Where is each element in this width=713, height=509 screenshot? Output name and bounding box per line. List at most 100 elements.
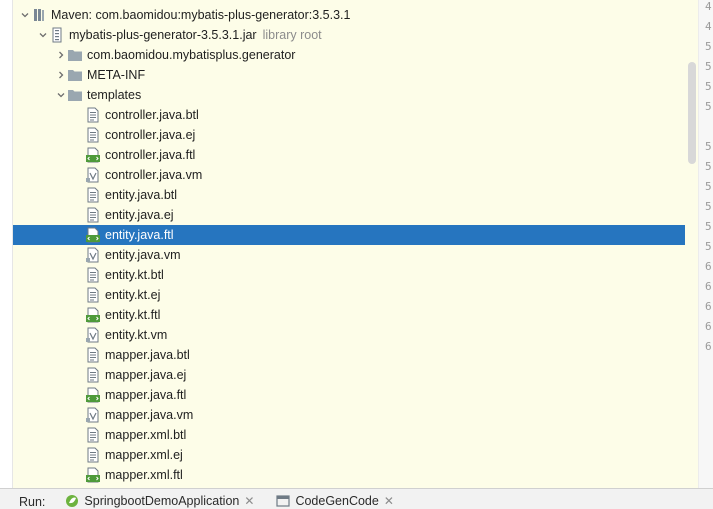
tree-row-label: controller.java.btl bbox=[105, 108, 199, 122]
tree-row[interactable]: mapper.xml.btl bbox=[13, 425, 685, 445]
tree-row[interactable]: controller.java.ej bbox=[13, 125, 685, 145]
tree-row[interactable]: controller.java.vm bbox=[13, 165, 685, 185]
tree-row[interactable]: mapper.java.ej bbox=[13, 365, 685, 385]
tree-row-label: mapper.java.btl bbox=[105, 348, 190, 362]
tree-row[interactable]: templates bbox=[13, 85, 685, 105]
tree-row[interactable]: entity.kt.vm bbox=[13, 325, 685, 345]
line-number: 5 bbox=[705, 160, 712, 173]
arrow-placeholder bbox=[73, 325, 85, 345]
line-number: 5 bbox=[705, 240, 712, 253]
line-number: 5 bbox=[705, 140, 712, 153]
arrow-placeholder bbox=[73, 145, 85, 165]
tree-row[interactable]: entity.java.vm bbox=[13, 245, 685, 265]
tree-row-label: mybatis-plus-generator-3.5.3.1.jar bbox=[69, 28, 257, 42]
chevron-right-icon[interactable] bbox=[55, 45, 67, 65]
tree-row-label: entity.java.btl bbox=[105, 188, 178, 202]
tree-row-label: com.baomidou.mybatisplus.generator bbox=[87, 48, 296, 62]
arrow-placeholder bbox=[73, 365, 85, 385]
run-tab-label: SpringbootDemoApplication bbox=[84, 494, 240, 508]
chevron-down-icon[interactable] bbox=[55, 85, 67, 105]
tree-row-label: controller.java.ftl bbox=[105, 148, 196, 162]
tree-row[interactable]: mapper.xml.ftl bbox=[13, 465, 685, 485]
arrow-placeholder bbox=[73, 105, 85, 125]
tree-row-label: mapper.java.vm bbox=[105, 408, 194, 422]
text-file-icon bbox=[85, 447, 101, 463]
folder-icon bbox=[67, 67, 83, 83]
line-number: 5 bbox=[705, 200, 712, 213]
tree-row-label: mapper.xml.btl bbox=[105, 428, 187, 442]
freemarker-file-icon bbox=[85, 467, 101, 483]
velocity-file-icon bbox=[85, 167, 101, 183]
tree-row[interactable]: mapper.xml.ej bbox=[13, 445, 685, 465]
tree-row[interactable]: controller.java.ftl bbox=[13, 145, 685, 165]
line-number: 5 bbox=[705, 80, 712, 93]
tree-row-label: entity.java.ftl bbox=[105, 228, 174, 242]
tree-row-label: entity.kt.ftl bbox=[105, 308, 161, 322]
line-number: 6 bbox=[705, 260, 712, 273]
close-icon[interactable]: ✕ bbox=[244, 494, 254, 508]
tree-row-label: Maven: com.baomidou:mybatis-plus-generat… bbox=[51, 8, 351, 22]
line-number: 6 bbox=[705, 320, 712, 333]
tree-row[interactable]: entity.java.ftl bbox=[13, 225, 685, 245]
text-file-icon bbox=[85, 267, 101, 283]
tree-row[interactable]: META-INF bbox=[13, 65, 685, 85]
tree-row[interactable]: mybatis-plus-generator-3.5.3.1.jar librar… bbox=[13, 25, 685, 45]
run-tool-bar: Run: SpringbootDemoApplication ✕ CodeGen… bbox=[0, 488, 713, 509]
editor-line-gutter: 4 4 5 5 5 5 5 5 5 5 5 5 6 6 6 6 6 bbox=[698, 0, 713, 488]
run-label: Run: bbox=[19, 495, 46, 509]
arrow-placeholder bbox=[73, 305, 85, 325]
arrow-placeholder bbox=[73, 385, 85, 405]
line-number: 6 bbox=[705, 340, 712, 353]
freemarker-file-icon bbox=[85, 227, 101, 243]
arrow-placeholder bbox=[73, 185, 85, 205]
tree-row[interactable]: mapper.java.vm bbox=[13, 405, 685, 425]
chevron-down-icon[interactable] bbox=[19, 5, 31, 25]
line-number: 5 bbox=[705, 60, 712, 73]
line-number: 4 bbox=[705, 20, 712, 33]
tree-row[interactable]: entity.java.ej bbox=[13, 205, 685, 225]
tree-row-label: META-INF bbox=[87, 68, 146, 82]
chevron-down-icon[interactable] bbox=[37, 25, 49, 45]
tree-row[interactable]: Maven: com.baomidou:mybatis-plus-generat… bbox=[13, 5, 685, 25]
arrow-placeholder bbox=[73, 205, 85, 225]
scrollbar-thumb[interactable] bbox=[688, 62, 696, 164]
line-number: 5 bbox=[705, 180, 712, 193]
tree-row-label: controller.java.ej bbox=[105, 128, 196, 142]
folder-icon bbox=[67, 87, 83, 103]
spring-boot-icon bbox=[66, 495, 79, 507]
line-number: 5 bbox=[705, 40, 712, 53]
tree-row[interactable]: com.baomidou.mybatisplus.generator bbox=[13, 45, 685, 65]
text-file-icon bbox=[85, 367, 101, 383]
tree-row-label: entity.kt.btl bbox=[105, 268, 164, 282]
velocity-file-icon bbox=[85, 247, 101, 263]
text-file-icon bbox=[85, 107, 101, 123]
project-tool-window: 4 4 5 5 5 5 5 5 5 5 5 5 6 6 6 6 6 Maven: com.baomidou:my… bbox=[0, 0, 713, 488]
arrow-placeholder bbox=[73, 465, 85, 485]
chevron-right-icon[interactable] bbox=[55, 65, 67, 85]
tree-row-label: controller.java.vm bbox=[105, 168, 203, 182]
arrow-placeholder bbox=[73, 285, 85, 305]
velocity-file-icon bbox=[85, 327, 101, 343]
tree-row[interactable]: mapper.java.btl bbox=[13, 345, 685, 365]
tool-window-stripe bbox=[0, 0, 13, 488]
arrow-placeholder bbox=[73, 445, 85, 465]
close-icon[interactable]: ✕ bbox=[384, 494, 394, 508]
line-number: 4 bbox=[705, 0, 712, 13]
tree-row[interactable]: entity.java.btl bbox=[13, 185, 685, 205]
run-tab-codegencode[interactable]: CodeGenCode ✕ bbox=[276, 494, 394, 508]
tree-row-label: mapper.xml.ej bbox=[105, 448, 183, 462]
text-file-icon bbox=[85, 347, 101, 363]
text-file-icon bbox=[85, 287, 101, 303]
tree-row[interactable]: mapper.java.ftl bbox=[13, 385, 685, 405]
line-number: 5 bbox=[705, 100, 712, 113]
arrow-placeholder bbox=[73, 125, 85, 145]
tree-row[interactable]: entity.kt.ej bbox=[13, 285, 685, 305]
velocity-file-icon bbox=[85, 407, 101, 423]
tree-row-label: mapper.xml.ftl bbox=[105, 468, 183, 482]
arrow-placeholder bbox=[73, 345, 85, 365]
tree-row[interactable]: controller.java.btl bbox=[13, 105, 685, 125]
tree-row[interactable]: entity.kt.btl bbox=[13, 265, 685, 285]
text-file-icon bbox=[85, 207, 101, 223]
run-tab-springboot[interactable]: SpringbootDemoApplication ✕ bbox=[65, 494, 254, 508]
tree-row[interactable]: entity.kt.ftl bbox=[13, 305, 685, 325]
